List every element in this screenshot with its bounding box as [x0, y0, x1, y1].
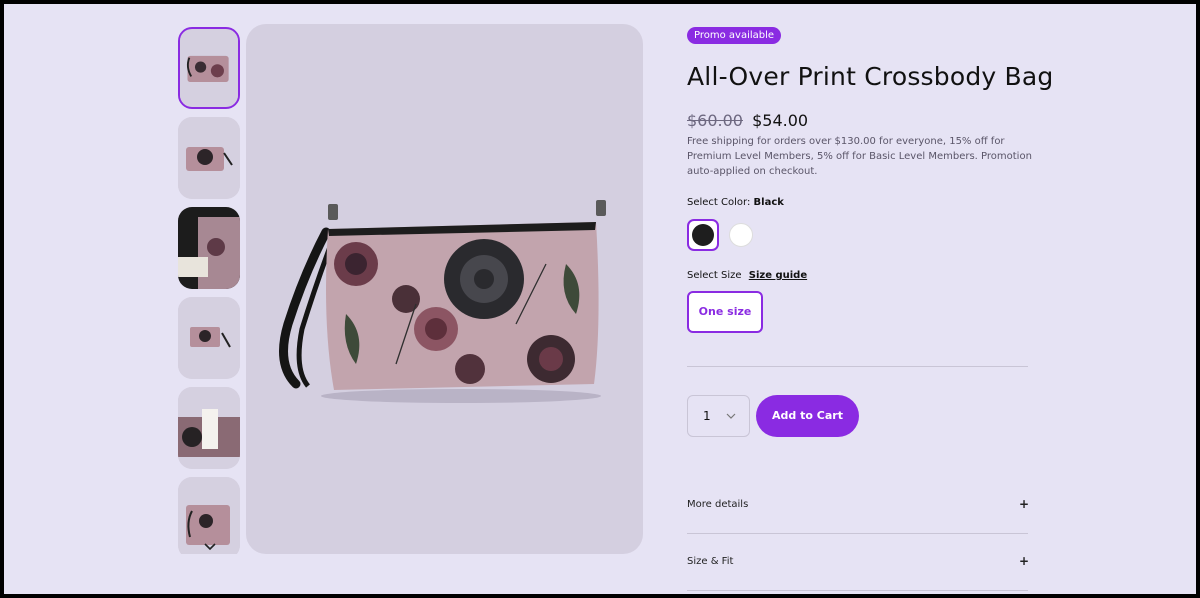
thumbnail-3[interactable] — [178, 207, 240, 289]
original-price: $60.00 — [687, 111, 743, 130]
selected-color: Black — [753, 197, 784, 208]
plus-icon[interactable]: + — [1019, 497, 1029, 511]
product-title: All-Over Print Crossbody Bag — [687, 62, 1054, 91]
sale-price: $54.00 — [752, 111, 809, 130]
chevron-down-icon — [726, 413, 736, 419]
size-label: Select Size Size guide — [687, 270, 808, 281]
thumbnail-4[interactable] — [178, 297, 240, 379]
accordion-size-fit[interactable]: Size & Fit — [687, 556, 733, 567]
size-option-one-size[interactable]: One size — [687, 291, 763, 333]
promo-badge: Promo available — [687, 27, 782, 44]
chevron-down-icon[interactable] — [202, 540, 218, 554]
thumbnail-1[interactable] — [178, 27, 240, 109]
price-row: $60.00 $54.00 — [687, 111, 808, 130]
color-label: Select Color: Black — [687, 197, 784, 208]
quantity-select[interactable]: 1 — [687, 395, 750, 437]
crossbody-bag-image — [279, 200, 606, 403]
size-guide-link[interactable]: Size guide — [749, 270, 807, 281]
main-product-image — [246, 24, 643, 554]
plus-icon[interactable]: + — [1019, 554, 1029, 568]
thumbnail-2[interactable] — [178, 117, 240, 199]
add-to-cart-button[interactable]: Add to Cart — [756, 395, 859, 437]
divider — [687, 533, 1028, 534]
color-swatch-black[interactable] — [687, 219, 719, 251]
thumbnail-5[interactable] — [178, 387, 240, 469]
black-swatch-dot — [692, 224, 714, 246]
shipping-promo-text: Free shipping for orders over $130.00 fo… — [687, 136, 1032, 177]
divider — [687, 590, 1028, 591]
accordion-more-details[interactable]: More details — [687, 499, 748, 510]
divider — [687, 366, 1028, 367]
thumbnail-gallery — [176, 24, 244, 554]
color-swatch-white[interactable] — [725, 219, 757, 251]
quantity-value: 1 — [703, 409, 711, 423]
white-swatch-dot — [729, 223, 753, 247]
